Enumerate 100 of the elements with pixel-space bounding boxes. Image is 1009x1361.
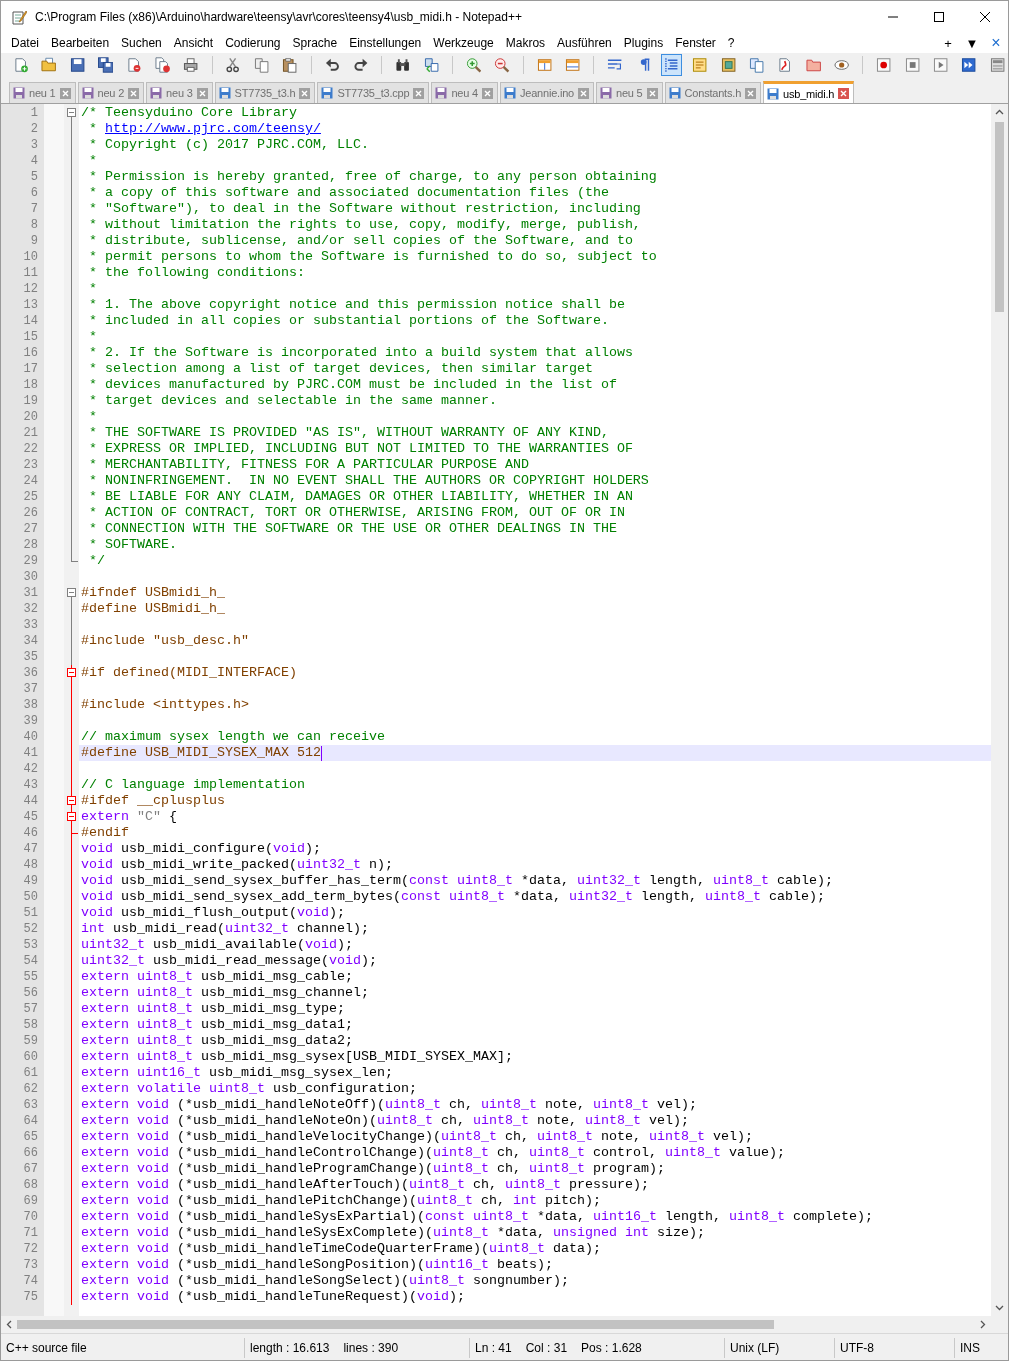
menu-item[interactable]: Suchen — [115, 33, 168, 53]
code-line: #include "usb_desc.h" — [81, 633, 249, 649]
menu-item[interactable]: Bearbeiten — [45, 33, 116, 53]
scroll-right-icon[interactable] — [980, 1320, 986, 1329]
code-line: * Copyright (c) 2017 PJRC.COM, LLC. — [88, 137, 369, 153]
menu-item[interactable]: Codierung — [219, 33, 287, 53]
tab[interactable]: ST7735_t3.cpp — [317, 82, 430, 103]
tab[interactable]: Constants.h — [664, 82, 762, 103]
maximize-icon[interactable] — [934, 12, 944, 22]
menu-item[interactable]: Einstellungen — [343, 33, 428, 53]
code-line: uint32_t usb_midi_read_message(void); — [81, 953, 377, 969]
tab[interactable]: neu 1 — [9, 82, 76, 103]
close-tab-button[interactable]: × — [984, 34, 1008, 52]
window-title: C:\Program Files (x86)\Arduino\hardware\teensy\avr\cores\teensy4\usb_midi.h - Notepad++ — [35, 10, 522, 24]
tab[interactable]: usb_midi.h — [763, 81, 855, 103]
code-line: extern void (*usb_midi_handleAfterTouch)(uint8_t ch, uint8_t pressure); — [81, 1177, 649, 1193]
scroll-left-icon[interactable] — [6, 1320, 12, 1329]
status-text: UTF-8 — [840, 1341, 874, 1355]
menu-item[interactable]: ? — [721, 33, 741, 53]
code-line: #include <inttypes.h> — [81, 697, 249, 713]
code-line: void usb_midi_send_sysex_add_term_bytes(const uint8_t *data, uint32_t length, uint8_t cable); — [81, 889, 825, 905]
scroll-up-icon[interactable] — [995, 109, 1004, 115]
tab-list-button[interactable]: ▼ — [960, 35, 984, 51]
code-line: * Permission is hereby granted, free of charge, to any person obtaining — [88, 169, 657, 185]
code-line: extern uint8_t usb_midi_msg_type; — [81, 1001, 345, 1017]
status-text: Pos : 1.628 — [581, 1341, 642, 1355]
code-line: extern void (*usb_midi_handleNoteOff)(uint8_t ch, uint8_t note, uint8_t vel); — [81, 1097, 697, 1113]
collapse-icon[interactable] — [67, 668, 76, 677]
code-line: * 1. The above copyright notice and this permission notice shall be — [88, 297, 625, 313]
code-line: extern void (*usb_midi_handleTuneRequest)(void); — [81, 1289, 465, 1305]
code-line: extern void (*usb_midi_handleSysExPartial)(const uint8_t *data, uint16_t length, uint8_t complete); — [81, 1209, 873, 1225]
code-line: extern void (*usb_midi_handleSongPosition)(uint16_t beats); — [81, 1257, 553, 1273]
code-line: void usb_midi_write_packed(uint32_t n); — [81, 857, 393, 873]
menu-item[interactable]: Plugins — [617, 33, 670, 53]
code-line: extern void (*usb_midi_handleSongSelect)(uint8_t songnumber); — [81, 1273, 569, 1289]
code-line: * without limitation the rights to use, copy, modify, merge, publish, — [88, 217, 641, 233]
menu-item[interactable]: Datei — [5, 33, 45, 53]
code-line: * selection among a list of target devices, then similar target — [88, 361, 593, 377]
tab[interactable]: ST7735_t3.h — [214, 82, 316, 103]
code-line: #ifdef __cplusplus — [81, 793, 225, 809]
tab[interactable]: Jeannie.ino — [499, 82, 594, 103]
code-line: #define USB_MIDI_SYSEX_MAX 512 — [81, 745, 321, 761]
code-line: uint32_t usb_midi_available(void); — [81, 937, 353, 953]
text-cursor — [320, 745, 322, 761]
code-line: * NONINFRINGEMENT. IN NO EVENT SHALL THE AUTHORS OR COPYRIGHT HOLDERS — [88, 473, 649, 489]
menu-item[interactable]: Ausführen — [551, 33, 618, 53]
close-icon[interactable] — [980, 12, 990, 22]
code-line: */ — [88, 553, 105, 569]
scrollbar-thumb[interactable] — [17, 1320, 774, 1329]
collapse-icon[interactable] — [67, 108, 76, 117]
code-line: extern void (*usb_midi_handlePitchChange)(uint8_t ch, int pitch); — [81, 1193, 601, 1209]
code-line: extern void (*usb_midi_handleTimeCodeQuarterFrame)(uint8_t data); — [81, 1241, 601, 1257]
code-line: extern void (*usb_midi_handleNoteOn)(uint8_t ch, uint8_t note, uint8_t vel); — [81, 1113, 689, 1129]
menu-item[interactable]: Makros — [499, 33, 552, 53]
code-line: * — [88, 153, 97, 169]
code-line: void usb_midi_flush_output(void); — [81, 905, 345, 921]
link[interactable]: http://www.pjrc.com/teensy/ — [105, 121, 321, 136]
tab[interactable]: neu 3 — [146, 82, 213, 103]
tab[interactable]: neu 5 — [596, 82, 663, 103]
menu-item[interactable]: Ansicht — [167, 33, 220, 53]
code-line: #ifndef USBmidi_h_ — [81, 585, 225, 601]
code-line: #if defined(MIDI_INTERFACE) — [81, 665, 297, 681]
code-line: * SOFTWARE. — [88, 537, 177, 553]
code-line: * "Software"), to deal in the Software without restriction, including — [88, 201, 641, 217]
menu-item[interactable]: Werkzeuge — [427, 33, 500, 53]
code-line: extern void (*usb_midi_handleVelocityChange)(uint8_t ch, uint8_t note, uint8_t vel); — [81, 1129, 753, 1145]
status-text: lines : 390 — [343, 1341, 399, 1355]
code-line: int usb_midi_read(uint32_t channel); — [81, 921, 369, 937]
code-line: extern void (*usb_midi_handleProgramChange)(uint8_t ch, uint8_t program); — [81, 1161, 665, 1177]
collapse-icon[interactable] — [67, 812, 76, 821]
scrollbar-thumb[interactable] — [995, 122, 1004, 312]
notepad-icon — [11, 9, 27, 25]
code-line: extern uint8_t usb_midi_msg_data2; — [81, 1033, 353, 1049]
collapse-icon[interactable] — [67, 796, 76, 805]
code-line: extern uint8_t usb_midi_msg_channel; — [81, 985, 369, 1001]
code-line: // C language implementation — [81, 777, 305, 793]
code-line: * — [88, 329, 97, 345]
status-text: Ln : 41 — [475, 1341, 512, 1355]
code-line: * distribute, sublicense, and/or sell copies of the Software, and to — [88, 233, 633, 249]
code-line: extern uint8_t usb_midi_msg_data1; — [81, 1017, 353, 1033]
menu-item[interactable]: Sprache — [286, 33, 344, 53]
status-text: INS — [960, 1341, 980, 1355]
code-line: // maximum sysex length we can receive — [81, 729, 385, 745]
status-text: C++ source file — [6, 1341, 87, 1355]
new-tab-button[interactable]: + — [936, 35, 960, 51]
scroll-down-icon[interactable] — [995, 1305, 1004, 1311]
indent-guide-icon[interactable] — [660, 54, 683, 76]
menu-item[interactable]: Fenster — [669, 33, 722, 53]
tab[interactable]: neu 2 — [77, 82, 145, 103]
code-line: * BE LIABLE FOR ANY CLAIM, DAMAGES OR OTHER LIABILITY, WHETHER IN AN — [88, 489, 633, 505]
code-line: * — [88, 281, 97, 297]
code-line: * 2. If the Software is incorporated into a build system that allows — [88, 345, 633, 361]
code-line: extern uint16_t usb_midi_msg_sysex_len; — [81, 1065, 393, 1081]
code-line: extern void (*usb_midi_handleControlChange)(uint8_t ch, uint8_t control, uint8_t value); — [81, 1145, 785, 1161]
code-line: void usb_midi_configure(void); — [81, 841, 321, 857]
vertical-scrollbar[interactable] — [991, 104, 1008, 1316]
status-text: length : 16.613 — [250, 1341, 330, 1355]
tab[interactable]: neu 4 — [431, 82, 498, 103]
collapse-icon[interactable] — [67, 588, 76, 597]
code-line: * included in all copies or substantial portions of the Software. — [88, 313, 609, 329]
